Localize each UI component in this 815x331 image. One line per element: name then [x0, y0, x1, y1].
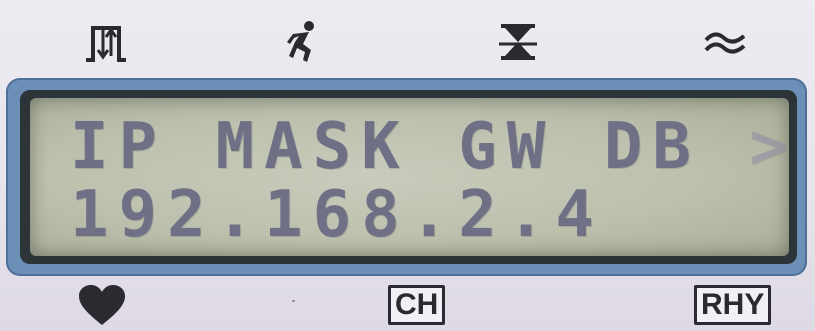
device-panel: IP MASK GW DB >> 192.168.2.4 CH RHY — [0, 0, 815, 331]
ch-label: CH — [388, 285, 446, 325]
stair-updown-icon — [80, 18, 132, 66]
heart-key[interactable] — [74, 285, 130, 325]
rhy-label: RHY — [694, 285, 772, 325]
divider-dot — [292, 300, 295, 302]
rhy-key[interactable]: RHY — [694, 285, 772, 325]
lcd-ip-value: 192.168.2.4 — [70, 178, 604, 252]
running-figure-icon — [276, 18, 328, 66]
lcd-more-indicator: >> — [749, 110, 789, 184]
lcd-bezel: IP MASK GW DB >> 192.168.2.4 — [20, 90, 797, 264]
lcd-frame: IP MASK GW DB >> 192.168.2.4 — [6, 78, 807, 276]
lcd-menu-line: IP MASK GW DB >> — [70, 112, 789, 182]
lcd-menu-items: IP MASK GW DB — [70, 110, 750, 184]
heart-icon — [79, 285, 125, 325]
hourglass-icon — [492, 18, 544, 66]
wave-icon — [700, 18, 752, 66]
ch-key[interactable]: CH — [388, 285, 446, 325]
lcd-screen: IP MASK GW DB >> 192.168.2.4 — [30, 98, 789, 256]
